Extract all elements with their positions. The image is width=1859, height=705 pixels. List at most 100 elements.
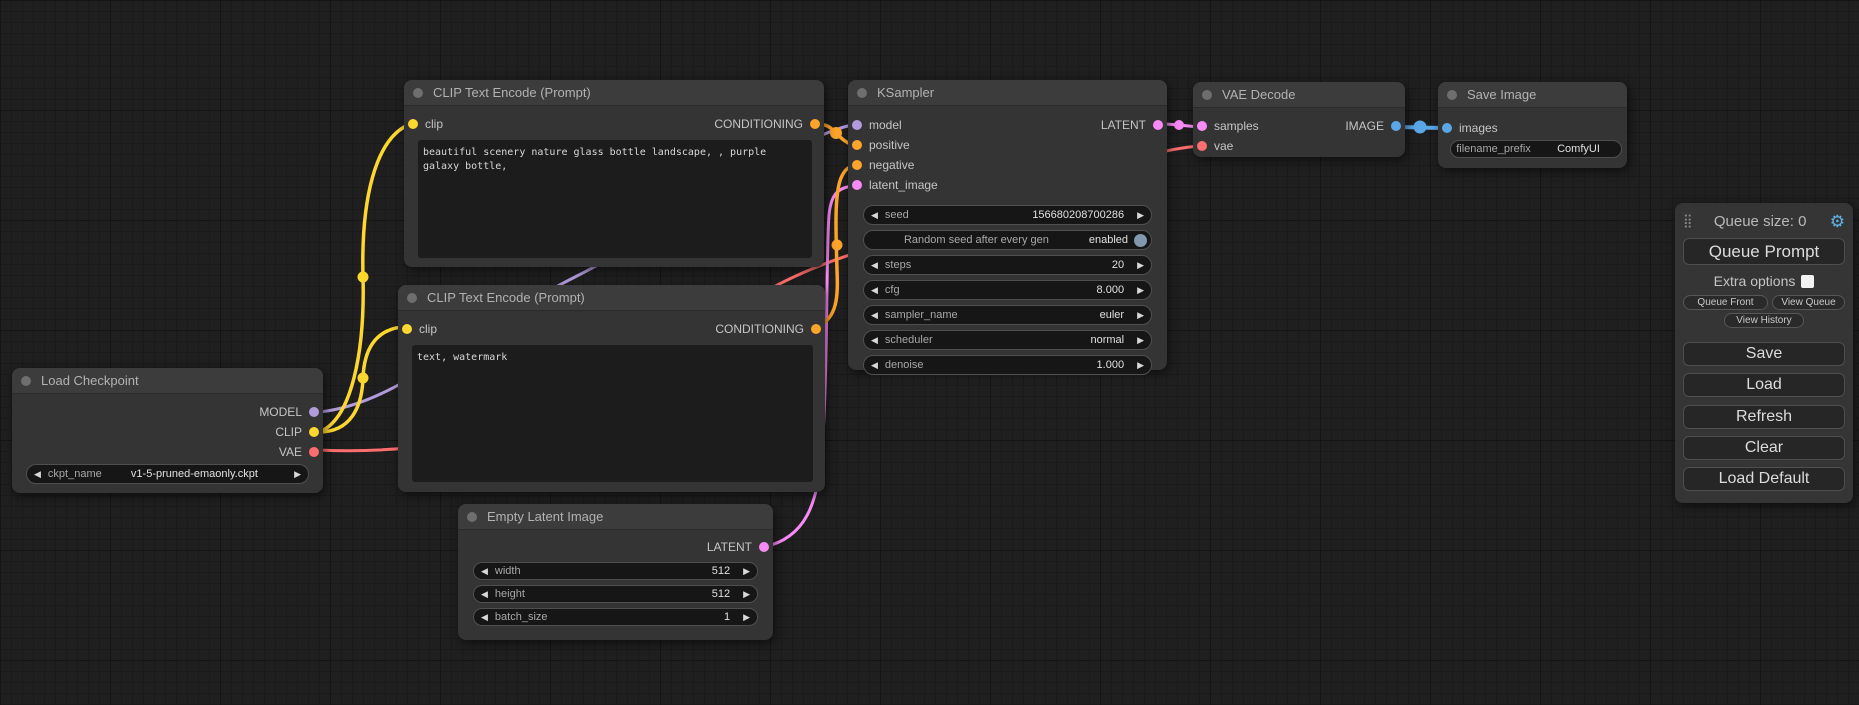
arrow-right-icon[interactable]: ▶ xyxy=(1130,280,1151,300)
collapse-dot-icon[interactable] xyxy=(467,512,477,522)
output-dot-model[interactable] xyxy=(309,407,319,417)
collapse-dot-icon[interactable] xyxy=(1447,90,1457,100)
widget-seed[interactable]: ◀ seed 156680208700286 ▶ xyxy=(863,205,1152,225)
node-empty-latent-header[interactable]: Empty Latent Image xyxy=(458,504,773,530)
input-dot-samples[interactable] xyxy=(1197,121,1207,131)
drag-handle-icon[interactable]: ⣿ xyxy=(1683,213,1691,229)
widget-scheduler[interactable]: ◀ scheduler normal ▶ xyxy=(863,330,1152,350)
arrow-left-icon[interactable]: ◀ xyxy=(474,562,495,580)
output-dot-conditioning[interactable] xyxy=(810,119,820,129)
prompt-textarea-negative[interactable]: text, watermark xyxy=(412,345,813,482)
output-dot-conditioning[interactable] xyxy=(811,324,821,334)
node-load-checkpoint-header[interactable]: Load Checkpoint xyxy=(12,368,323,394)
node-empty-latent-image[interactable]: Empty Latent Image LATENT ◀ width 512 ▶ … xyxy=(458,504,773,640)
input-dot-images[interactable] xyxy=(1442,123,1452,133)
output-dot-latent[interactable] xyxy=(759,542,769,552)
prompt-textarea-positive[interactable]: beautiful scenery nature glass bottle la… xyxy=(418,140,812,258)
load-button[interactable]: Load xyxy=(1683,373,1845,397)
view-queue-button[interactable]: View Queue xyxy=(1772,295,1845,310)
arrow-right-icon[interactable]: ▶ xyxy=(1130,305,1151,325)
clear-button[interactable]: Clear xyxy=(1683,436,1845,460)
input-dot-clip[interactable] xyxy=(402,324,412,334)
arrow-right-icon[interactable]: ▶ xyxy=(1130,330,1151,350)
input-label-latent-image: latent_image xyxy=(869,178,938,192)
arrow-right-icon[interactable]: ▶ xyxy=(736,608,757,626)
arrow-left-icon[interactable]: ◀ xyxy=(864,355,885,375)
widget-height[interactable]: ◀ height 512 ▶ xyxy=(473,585,758,603)
widget-denoise[interactable]: ◀ denoise 1.000 ▶ xyxy=(863,355,1152,375)
node-title: VAE Decode xyxy=(1222,87,1295,102)
view-history-button[interactable]: View History xyxy=(1724,313,1804,328)
output-dot-clip[interactable] xyxy=(309,427,319,437)
node-save-image[interactable]: Save Image images filename_prefix ComfyU… xyxy=(1438,82,1627,168)
input-dot-model[interactable] xyxy=(852,120,862,130)
collapse-dot-icon[interactable] xyxy=(1202,90,1212,100)
link-dot xyxy=(358,373,369,384)
refresh-button[interactable]: Refresh xyxy=(1683,405,1845,429)
link-dot xyxy=(832,240,843,251)
widget-width[interactable]: ◀ width 512 ▶ xyxy=(473,562,758,580)
load-default-button[interactable]: Load Default xyxy=(1683,467,1845,491)
input-dot-positive[interactable] xyxy=(852,140,862,150)
collapse-dot-icon[interactable] xyxy=(413,88,423,98)
arrow-left-icon[interactable]: ◀ xyxy=(864,255,885,275)
node-clip-positive-header[interactable]: CLIP Text Encode (Prompt) xyxy=(404,80,824,106)
widget-random-seed[interactable]: Random seed after every gen enabled xyxy=(863,230,1152,250)
arrow-left-icon[interactable]: ◀ xyxy=(864,330,885,350)
input-dot-negative[interactable] xyxy=(852,160,862,170)
node-canvas[interactable]: Load Checkpoint MODEL CLIP VAE ◀ ckpt_na… xyxy=(0,0,1859,705)
input-label-clip: clip xyxy=(425,117,443,131)
collapse-dot-icon[interactable] xyxy=(21,376,31,386)
widget-sampler-name[interactable]: ◀ sampler_name euler ▶ xyxy=(863,305,1152,325)
widget-steps[interactable]: ◀ steps 20 ▶ xyxy=(863,255,1152,275)
widget-filename-prefix[interactable]: filename_prefix ComfyUI xyxy=(1450,140,1622,158)
extra-options-checkbox[interactable] xyxy=(1801,275,1814,288)
arrow-right-icon[interactable]: ▶ xyxy=(736,562,757,580)
arrow-right-icon[interactable]: ▶ xyxy=(1130,355,1151,375)
output-label-vae: VAE xyxy=(279,445,302,459)
arrow-right-icon[interactable]: ▶ xyxy=(287,464,308,484)
queue-front-button[interactable]: Queue Front xyxy=(1683,295,1768,310)
widget-ckpt-name[interactable]: ◀ ckpt_name v1-5-pruned-emaonly.ckpt ▶ xyxy=(26,464,309,484)
node-save-image-header[interactable]: Save Image xyxy=(1438,82,1627,108)
node-ksampler[interactable]: KSampler model LATENT positive negative xyxy=(848,80,1167,370)
queue-panel[interactable]: ⣿ Queue size: 0 ⚙ Queue Prompt Extra opt… xyxy=(1675,203,1853,503)
node-load-checkpoint[interactable]: Load Checkpoint MODEL CLIP VAE ◀ ckpt_na… xyxy=(12,368,323,493)
arrow-left-icon[interactable]: ◀ xyxy=(864,305,885,325)
arrow-left-icon[interactable]: ◀ xyxy=(27,464,48,484)
node-title: Empty Latent Image xyxy=(487,509,603,524)
node-vae-decode-header[interactable]: VAE Decode xyxy=(1193,82,1405,108)
toggle-icon[interactable] xyxy=(1134,234,1147,247)
collapse-dot-icon[interactable] xyxy=(857,88,867,98)
widget-batch-size[interactable]: ◀ batch_size 1 ▶ xyxy=(473,608,758,626)
output-dot-latent[interactable] xyxy=(1153,120,1163,130)
node-title: Save Image xyxy=(1467,87,1536,102)
arrow-left-icon[interactable]: ◀ xyxy=(864,280,885,300)
output-dot-vae[interactable] xyxy=(309,447,319,457)
collapse-dot-icon[interactable] xyxy=(407,293,417,303)
arrow-right-icon[interactable]: ▶ xyxy=(736,585,757,603)
input-label-images: images xyxy=(1459,121,1498,135)
output-dot-image[interactable] xyxy=(1391,121,1401,131)
arrow-left-icon[interactable]: ◀ xyxy=(864,205,885,225)
arrow-left-icon[interactable]: ◀ xyxy=(474,608,495,626)
node-clip-text-encode-negative[interactable]: CLIP Text Encode (Prompt) clip CONDITION… xyxy=(398,285,825,492)
input-dot-vae[interactable] xyxy=(1197,141,1207,151)
save-button[interactable]: Save xyxy=(1683,342,1845,366)
queue-prompt-button[interactable]: Queue Prompt xyxy=(1683,238,1845,265)
node-title: CLIP Text Encode (Prompt) xyxy=(433,85,591,100)
node-ksampler-header[interactable]: KSampler xyxy=(848,80,1167,106)
widget-cfg[interactable]: ◀ cfg 8.000 ▶ xyxy=(863,280,1152,300)
node-clip-negative-header[interactable]: CLIP Text Encode (Prompt) xyxy=(398,285,825,311)
arrow-right-icon[interactable]: ▶ xyxy=(1130,205,1151,225)
settings-gear-icon[interactable]: ⚙ xyxy=(1830,213,1845,230)
input-label-model: model xyxy=(869,118,902,132)
output-label-image: IMAGE xyxy=(1345,119,1384,133)
output-label-latent: LATENT xyxy=(707,540,752,554)
node-clip-text-encode-positive[interactable]: CLIP Text Encode (Prompt) clip CONDITION… xyxy=(404,80,824,267)
node-vae-decode[interactable]: VAE Decode samples IMAGE vae xyxy=(1193,82,1405,157)
input-dot-clip[interactable] xyxy=(408,119,418,129)
arrow-left-icon[interactable]: ◀ xyxy=(474,585,495,603)
input-dot-latent-image[interactable] xyxy=(852,180,862,190)
arrow-right-icon[interactable]: ▶ xyxy=(1130,255,1151,275)
